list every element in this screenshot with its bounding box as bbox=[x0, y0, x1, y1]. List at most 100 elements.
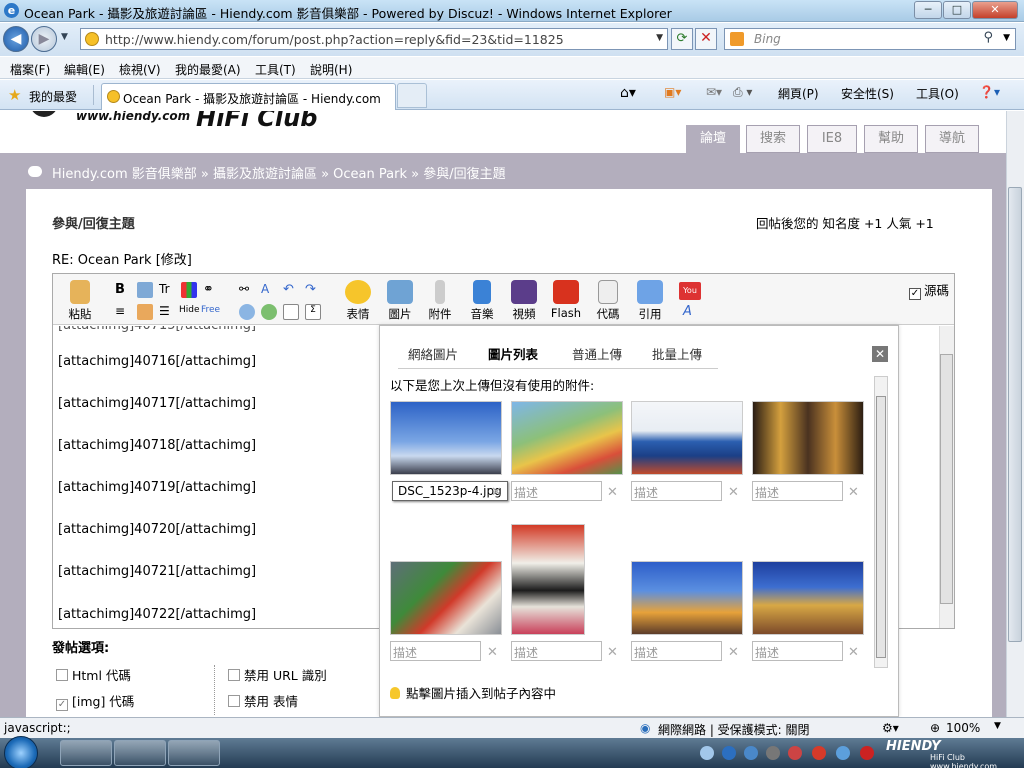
back-button[interactable]: ◀ bbox=[3, 26, 29, 52]
bold-icon[interactable]: B bbox=[115, 282, 131, 298]
undo-icon[interactable]: ↶ bbox=[283, 282, 299, 298]
disable-url-checkbox[interactable] bbox=[228, 669, 240, 681]
text-style-icon[interactable]: A bbox=[683, 304, 699, 320]
link-icon[interactable]: ⚭ bbox=[203, 282, 219, 298]
home-icon[interactable]: ⌂▾ bbox=[620, 85, 636, 101]
tab-web-image[interactable]: 網絡圖片 bbox=[408, 344, 458, 363]
formula-icon[interactable]: Σ bbox=[305, 304, 321, 320]
tray-app-icon[interactable] bbox=[812, 746, 826, 760]
tray-app-icon[interactable] bbox=[766, 746, 780, 760]
popup-scrollbar-thumb[interactable] bbox=[876, 396, 886, 658]
taskbar-lightroom-button[interactable] bbox=[114, 740, 166, 766]
attachment-thumbnail[interactable] bbox=[390, 401, 502, 475]
search-dropdown-icon[interactable]: ▼ bbox=[1003, 33, 1010, 43]
page-scrollbar-thumb[interactable] bbox=[1008, 187, 1022, 642]
start-button[interactable] bbox=[4, 736, 38, 768]
attachment-thumbnail[interactable] bbox=[631, 561, 743, 635]
tray-app-icon[interactable] bbox=[860, 746, 874, 760]
menu-tools[interactable]: 工具(T) bbox=[255, 61, 296, 78]
html-code-option[interactable]: Html 代碼 bbox=[56, 665, 131, 684]
youtube-icon[interactable]: You bbox=[679, 282, 701, 300]
close-icon[interactable]: ✕ bbox=[872, 346, 888, 362]
help-icon[interactable]: ❓▾ bbox=[979, 85, 1000, 99]
zoom-level[interactable]: 100% bbox=[946, 721, 980, 735]
redo-icon[interactable]: ↷ bbox=[305, 282, 321, 298]
paste-button[interactable]: 粘貼 bbox=[65, 280, 95, 322]
align-icon[interactable]: ≡ bbox=[115, 304, 131, 320]
disable-emoticon-checkbox[interactable] bbox=[228, 695, 240, 707]
page-menu[interactable]: 網頁(P) bbox=[778, 85, 819, 102]
tab-search[interactable]: 搜索 bbox=[746, 125, 800, 153]
favorites-button[interactable]: 我的最愛 bbox=[29, 88, 77, 105]
menu-file[interactable]: 檔案(F) bbox=[10, 61, 50, 78]
attachment-thumbnail[interactable] bbox=[511, 401, 623, 475]
attachment-button[interactable]: 附件 bbox=[423, 280, 457, 322]
insert-icon[interactable] bbox=[261, 304, 277, 320]
attachment-thumbnail[interactable] bbox=[752, 561, 864, 635]
tray-network-icon[interactable] bbox=[700, 746, 714, 760]
attachment-thumbnail[interactable] bbox=[631, 401, 743, 475]
page-icon[interactable] bbox=[283, 304, 299, 320]
tools-menu[interactable]: 工具(O) bbox=[916, 85, 959, 102]
maximize-button[interactable]: □ bbox=[943, 1, 971, 19]
delete-icon[interactable]: ✕ bbox=[848, 645, 859, 660]
ordered-list-icon[interactable]: ☰ bbox=[159, 304, 175, 320]
img-code-option[interactable]: ✓ [img] 代碼 bbox=[56, 691, 134, 711]
description-input[interactable]: 描述 bbox=[390, 641, 481, 661]
source-checkbox[interactable]: ✓ bbox=[909, 288, 921, 300]
tab-forum[interactable]: 論壇 bbox=[686, 125, 740, 153]
tab-ocean-park[interactable]: Ocean Park - 攝影及旅遊討論區 - Hiendy.com ... bbox=[101, 83, 396, 121]
security-zone[interactable]: 網際網路 | 受保護模式: 關閉 bbox=[658, 721, 810, 738]
img-code-checkbox[interactable]: ✓ bbox=[56, 699, 68, 711]
image-button[interactable]: 圖片 bbox=[383, 280, 417, 322]
close-button[interactable]: ✕ bbox=[972, 1, 1018, 19]
font-size-icon[interactable] bbox=[137, 282, 153, 298]
description-input[interactable]: 描述 bbox=[631, 481, 722, 501]
delete-icon[interactable]: ✕ bbox=[491, 485, 502, 500]
address-bar[interactable]: http://www.hiendy.com/forum/post.php?act… bbox=[80, 28, 668, 50]
flash-button[interactable]: Flash bbox=[547, 280, 585, 320]
disable-emoticon-option[interactable]: 禁用 表情 bbox=[228, 691, 298, 710]
editor-textarea[interactable]: [attachimg]40715[/attachimg] [attachimg]… bbox=[53, 326, 378, 628]
taskbar-ie-button[interactable] bbox=[60, 740, 112, 766]
list-icon[interactable] bbox=[137, 304, 153, 320]
tab-ie8[interactable]: IE8 bbox=[807, 125, 857, 153]
tab-batch-upload[interactable]: 批量上傳 bbox=[652, 344, 702, 363]
source-toggle[interactable]: ✓ 源碼 bbox=[909, 280, 949, 300]
new-tab-button[interactable] bbox=[397, 83, 427, 108]
tab-help[interactable]: 幫助 bbox=[864, 125, 918, 153]
taskbar-explorer-button[interactable] bbox=[168, 740, 220, 766]
zoom-dropdown-icon[interactable]: ▼ bbox=[994, 721, 1001, 731]
tab-normal-upload[interactable]: 普通上傳 bbox=[572, 344, 622, 363]
delete-icon[interactable]: ✕ bbox=[607, 645, 618, 660]
unlink-icon[interactable]: ⚯ bbox=[239, 282, 255, 298]
description-input[interactable]: 描述 bbox=[511, 481, 602, 501]
table-icon[interactable] bbox=[239, 304, 255, 320]
music-button[interactable]: 音樂 bbox=[465, 280, 499, 322]
address-dropdown-icon[interactable]: ▼ bbox=[656, 33, 663, 43]
tray-help-icon[interactable] bbox=[722, 746, 736, 760]
editor-scrollbar-thumb[interactable] bbox=[940, 354, 953, 604]
zoom-icon[interactable]: ⊕ bbox=[930, 721, 940, 735]
description-input[interactable]: 描述 bbox=[752, 481, 843, 501]
favorites-star-icon[interactable]: ★ bbox=[8, 86, 21, 104]
delete-icon[interactable]: ✕ bbox=[607, 485, 618, 500]
forward-button[interactable]: ▶ bbox=[31, 26, 57, 52]
color-icon[interactable] bbox=[181, 282, 197, 298]
description-input[interactable]: 描述 bbox=[752, 641, 843, 661]
menu-favorites[interactable]: 我的最愛(A) bbox=[175, 61, 241, 78]
quote-button[interactable]: 引用 bbox=[633, 280, 667, 322]
recent-pages-dropdown-icon[interactable]: ▼ bbox=[61, 32, 68, 42]
minimize-button[interactable]: ─ bbox=[914, 1, 942, 19]
delete-icon[interactable]: ✕ bbox=[728, 645, 739, 660]
mail-icon[interactable]: ✉▾ bbox=[706, 85, 722, 99]
code-button[interactable]: 代碼 bbox=[591, 280, 625, 322]
description-input[interactable]: 描述 bbox=[631, 641, 722, 661]
menu-view[interactable]: 檢視(V) bbox=[119, 61, 161, 78]
safety-menu[interactable]: 安全性(S) bbox=[841, 85, 894, 102]
stop-button[interactable]: ✕ bbox=[695, 28, 717, 50]
font-icon[interactable]: Tr bbox=[159, 282, 175, 298]
description-input[interactable]: 描述 bbox=[511, 641, 602, 661]
attachment-thumbnail[interactable] bbox=[752, 401, 864, 475]
remove-format-icon[interactable]: A bbox=[261, 282, 277, 298]
